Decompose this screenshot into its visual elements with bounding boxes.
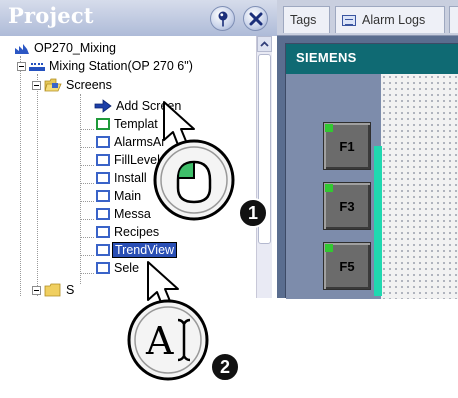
tree-line <box>80 237 94 238</box>
screen-icon <box>96 262 110 274</box>
editor-tabs: Tags Alarm Logs <box>277 0 458 36</box>
open-folder-icon <box>44 78 62 92</box>
tree-item-screen-renaming[interactable]: TrendView <box>96 241 178 259</box>
function-key-label: F5 <box>339 258 355 274</box>
tab-label: Alarm Logs <box>362 13 426 27</box>
tree-item-label: S <box>66 283 75 297</box>
tree-line <box>37 74 38 296</box>
accent-bar <box>374 146 382 296</box>
station-icon <box>29 61 45 71</box>
chevron-up-icon <box>260 41 269 47</box>
collapse-toggle[interactable] <box>17 61 26 71</box>
tab-label: Tags <box>290 13 317 27</box>
function-key-label: F1 <box>339 138 355 154</box>
tree-line <box>80 147 94 148</box>
collapse-toggle[interactable] <box>32 80 41 90</box>
tree-line <box>80 273 94 274</box>
tab-overflow[interactable] <box>449 6 458 33</box>
function-key-label: F3 <box>339 198 355 214</box>
mouse-icon <box>153 139 235 221</box>
screen-editor: SIEMENS F1 F3 F5 <box>285 43 458 299</box>
screen-icon <box>96 172 110 184</box>
folder-icon <box>44 283 61 297</box>
tree-line <box>80 201 94 202</box>
tree-item-label: Mixing Station(OP 270 6") <box>49 59 193 73</box>
tree-line <box>80 219 94 220</box>
project-pane-header: Project <box>0 0 277 36</box>
tab-alarm-logs[interactable]: Alarm Logs <box>335 6 445 33</box>
tree-item-screens-folder[interactable]: Screens <box>32 76 112 94</box>
tree-item-label: OP270_Mixing <box>34 41 116 55</box>
function-key-f5[interactable]: F5 <box>323 242 371 290</box>
add-screen-icon <box>94 99 112 113</box>
screen-canvas[interactable] <box>381 74 458 299</box>
rename-input[interactable]: TrendView <box>111 242 178 258</box>
pin-icon <box>218 11 227 26</box>
template-screen-icon <box>96 118 110 130</box>
function-key-f1[interactable]: F1 <box>323 122 371 170</box>
step-number-badge: 2 <box>210 352 240 382</box>
svg-text:A: A <box>145 319 174 363</box>
step-number-badge: 1 <box>238 198 268 228</box>
scroll-up-button[interactable] <box>257 36 272 52</box>
pane-title: Project <box>8 3 94 28</box>
function-key-f3[interactable]: F3 <box>323 182 371 230</box>
device-header: SIEMENS <box>286 44 458 74</box>
screen-icon <box>96 154 110 166</box>
close-button[interactable] <box>243 6 268 31</box>
alarm-log-icon <box>342 14 356 26</box>
close-icon <box>249 12 262 25</box>
workspace: Tags Alarm Logs SIEMENS F1 F3 F5 <box>277 0 458 299</box>
screen-icon <box>96 190 110 202</box>
tree-line <box>80 165 94 166</box>
tab-tags[interactable]: Tags <box>283 6 330 33</box>
tree-line <box>80 255 94 256</box>
text-cursor-icon: A <box>127 299 209 381</box>
expand-toggle[interactable] <box>32 285 41 295</box>
tree-line <box>20 56 21 296</box>
tree-item-label: Screens <box>66 78 112 92</box>
screen-icon <box>96 208 110 220</box>
tree-line <box>80 129 94 130</box>
screen-icon <box>96 226 110 238</box>
step-callout-1: 1 <box>132 96 280 236</box>
tree-item-station[interactable]: Mixing Station(OP 270 6") <box>17 57 193 75</box>
pin-button[interactable] <box>210 6 235 31</box>
project-icon <box>15 44 29 54</box>
step-callout-2: A 2 <box>118 258 250 392</box>
tree-item-project-root[interactable]: OP270_Mixing <box>14 39 116 57</box>
screen-icon <box>96 136 110 148</box>
tree-line <box>80 183 94 184</box>
brand-label: SIEMENS <box>296 50 357 65</box>
tree-item-folder[interactable]: S <box>32 281 74 298</box>
screen-icon <box>96 244 110 256</box>
